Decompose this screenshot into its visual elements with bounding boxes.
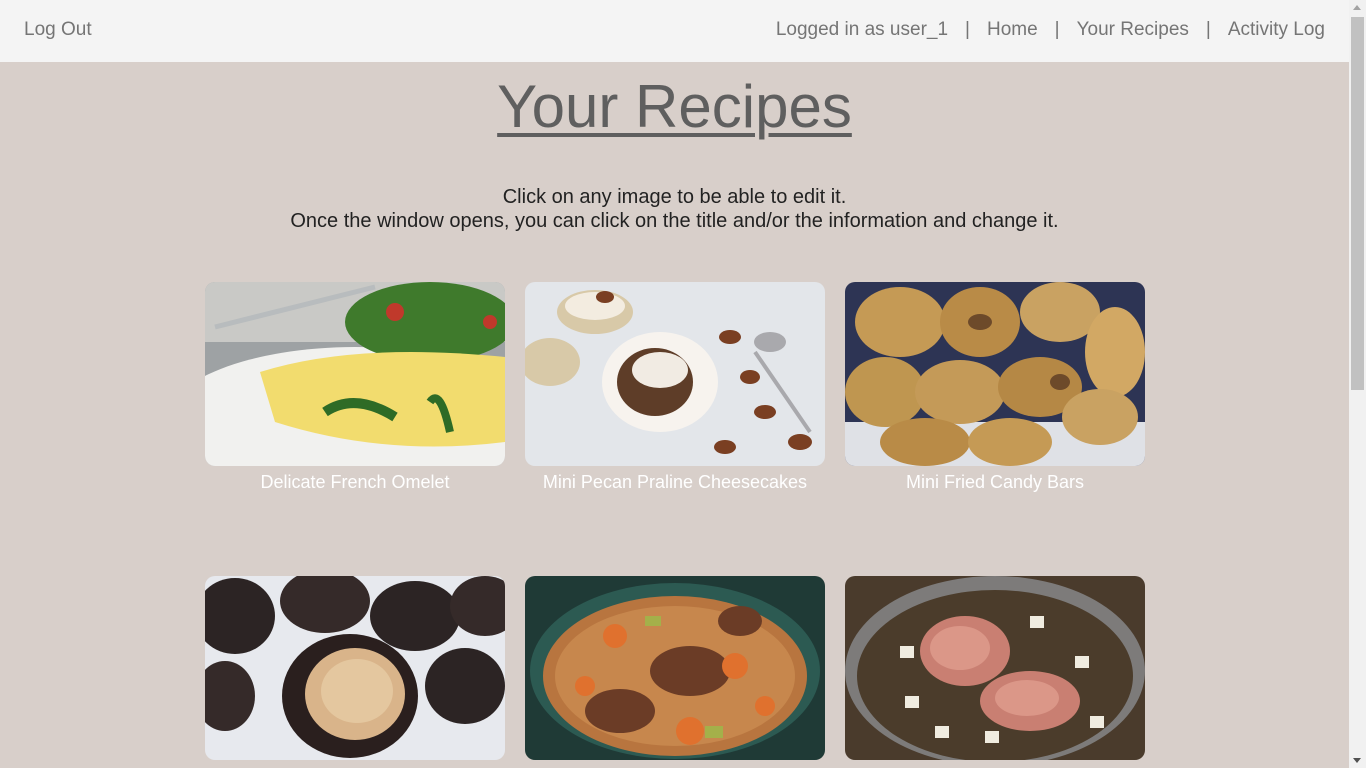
- recipe-card: Delicate French Omelet: [205, 282, 505, 493]
- recipe-card: Mini Pecan Praline Cheesecakes: [525, 282, 825, 493]
- beef-stew-photo[interactable]: [525, 576, 825, 760]
- omelet-photo[interactable]: [205, 282, 505, 466]
- scrollbar-thumb[interactable]: [1351, 17, 1364, 390]
- ham-pot-photo[interactable]: [845, 576, 1145, 760]
- recipe-card: Mini Fried Candy Bars: [845, 282, 1145, 493]
- nav-separator: |: [965, 19, 970, 40]
- nav-activity-log-link[interactable]: Activity Log: [1228, 19, 1325, 41]
- top-navigation-bar: Log Out Logged in as user_1 | Home | You…: [0, 0, 1349, 62]
- page: Log Out Logged in as user_1 | Home | You…: [0, 0, 1349, 768]
- logged-in-user-text: Logged in as user_1: [775, 19, 949, 40]
- recipe-title[interactable]: Mini Fried Candy Bars: [845, 472, 1145, 493]
- scroll-up-arrow-icon[interactable]: [1353, 5, 1361, 10]
- recipe-card: [205, 576, 505, 766]
- nav-links: Logged in as user_1 | Home | Your Recipe…: [776, 19, 1325, 41]
- instructions-line-1: Click on any image to be able to edit it…: [502, 186, 847, 208]
- chocolate-truffle-photo[interactable]: [205, 576, 505, 760]
- vertical-scrollbar[interactable]: [1349, 0, 1366, 768]
- page-title: Your Recipes: [497, 73, 852, 140]
- logout-link[interactable]: Log Out: [24, 19, 92, 41]
- instructions: Click on any image to be able to edit it…: [0, 185, 1349, 233]
- nav-separator: |: [1205, 19, 1211, 40]
- recipe-title[interactable]: Mini Pecan Praline Cheesecakes: [525, 472, 825, 493]
- scroll-down-arrow-icon[interactable]: [1353, 758, 1361, 763]
- instructions-line-2: Once the window opens, you can click on …: [290, 210, 1059, 232]
- nav-home-link[interactable]: Home: [987, 19, 1038, 41]
- nav-your-recipes-link[interactable]: Your Recipes: [1077, 19, 1189, 41]
- recipe-card: [845, 576, 1145, 766]
- nav-separator: |: [1054, 19, 1060, 40]
- cheesecake-photo[interactable]: [525, 282, 825, 466]
- recipe-card: [525, 576, 825, 766]
- recipe-title[interactable]: Delicate French Omelet: [205, 472, 505, 493]
- fried-candy-photo[interactable]: [845, 282, 1145, 466]
